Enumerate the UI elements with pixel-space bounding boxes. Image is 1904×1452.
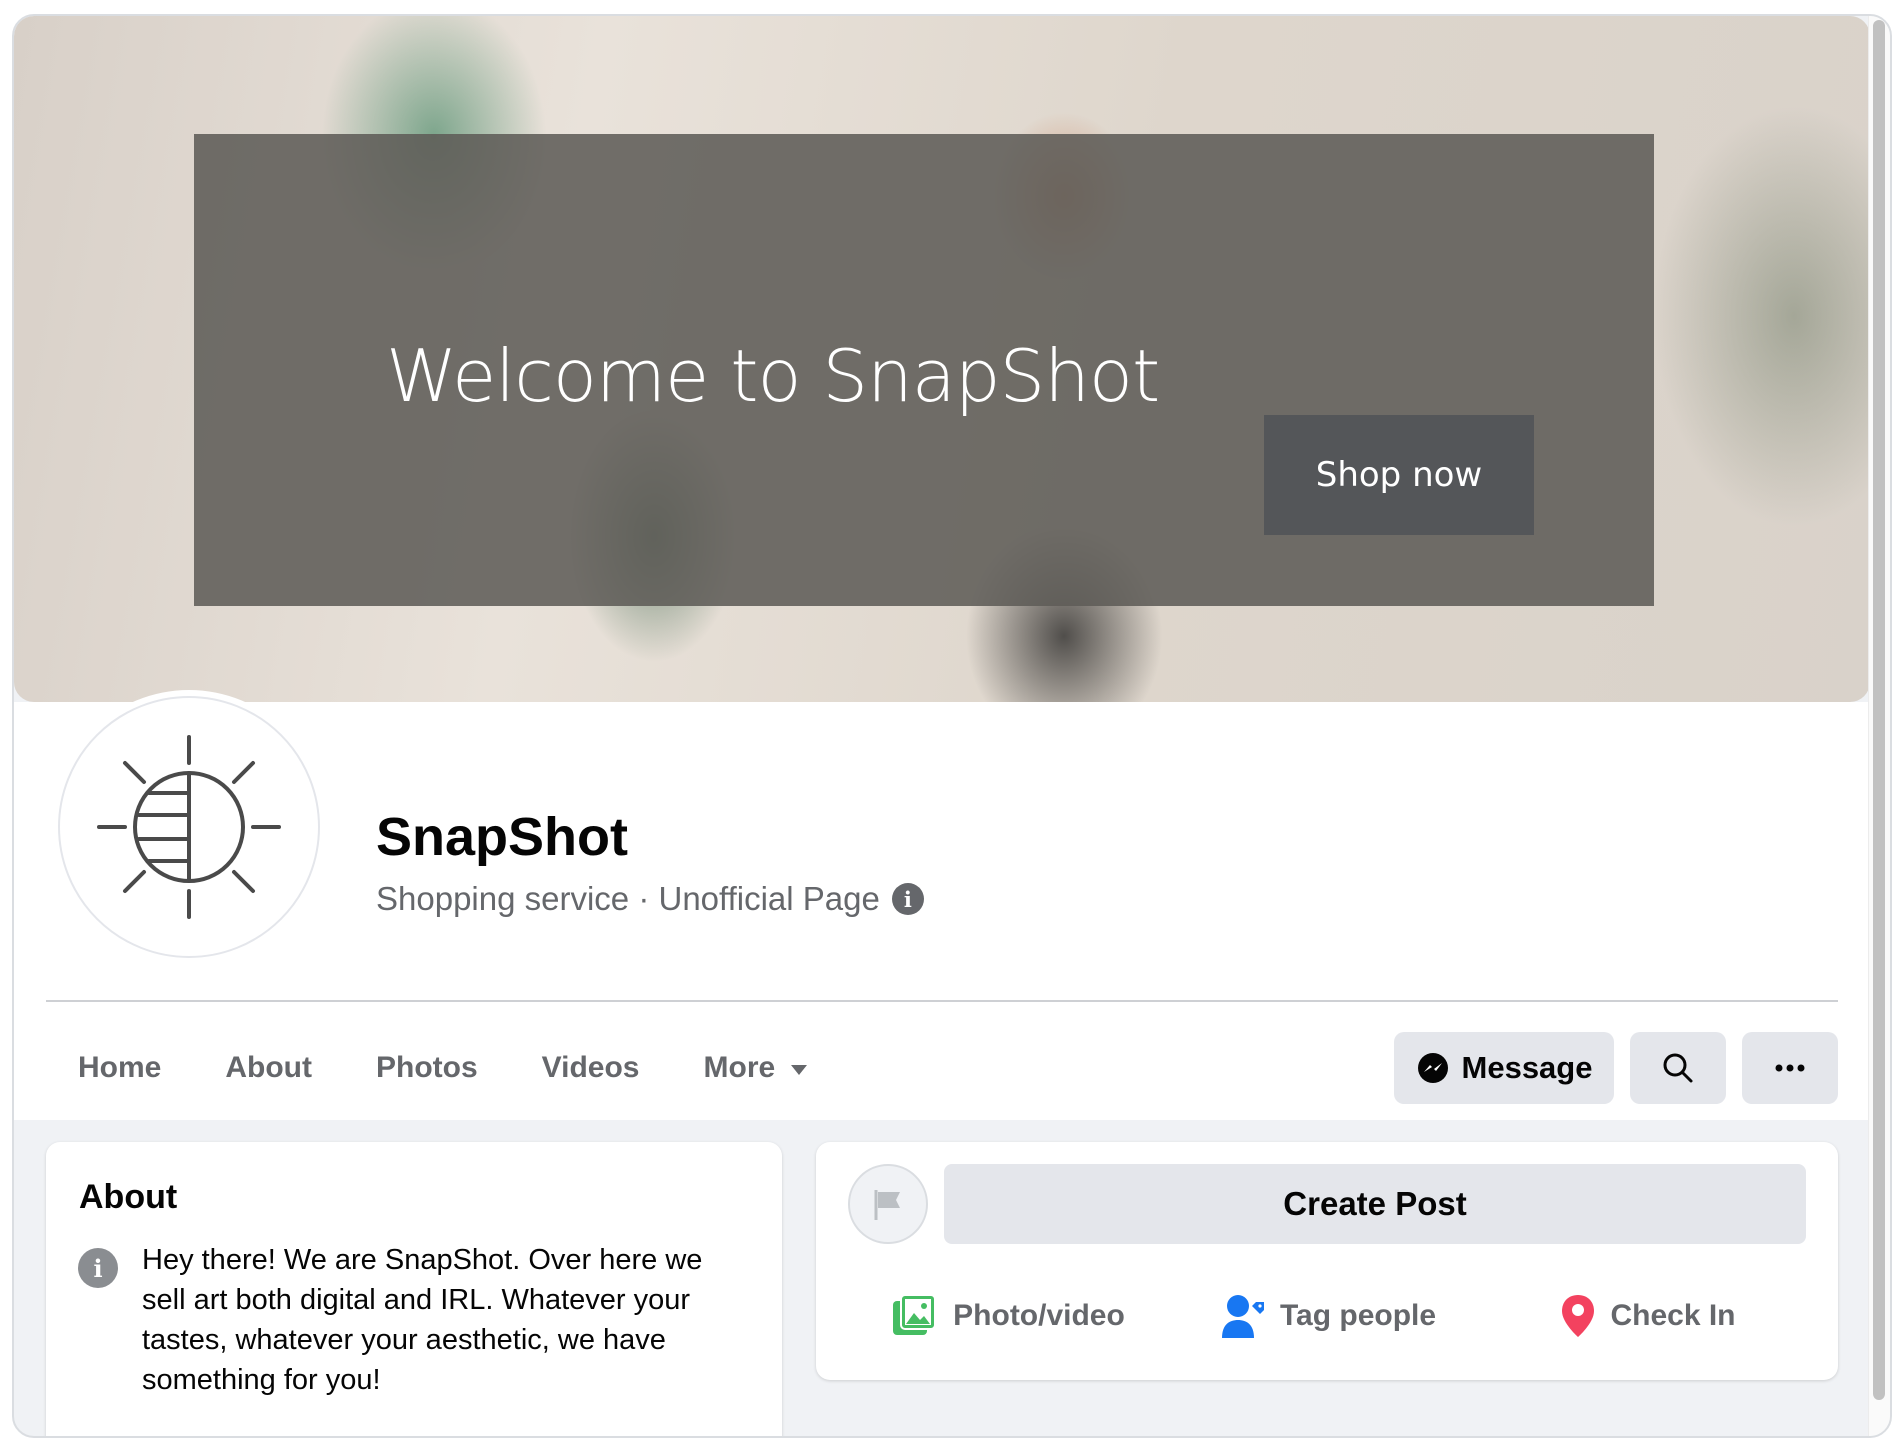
tab-photos-label: Photos — [376, 1051, 478, 1084]
messenger-icon — [1417, 1053, 1448, 1083]
avatar-frame — [58, 696, 320, 958]
page-tabs: Home About Photos Videos More — [46, 1022, 839, 1114]
flag-icon — [874, 1190, 900, 1220]
page-category: Shopping service · Unofficial Page i — [376, 880, 924, 918]
about-card: About i Hey there! We are SnapShot. Over… — [46, 1142, 782, 1436]
about-title: About — [79, 1178, 178, 1216]
check-in-label: Check In — [1610, 1299, 1736, 1332]
scrollbar[interactable] — [1868, 16, 1890, 1436]
create-post-card: Create Post Photo/video Tag people Check… — [816, 1142, 1838, 1380]
photo-icon — [893, 1294, 937, 1335]
scrollbar-thumb[interactable] — [1873, 20, 1885, 1400]
composer-actions: Photo/video Tag people Check In — [848, 1276, 1808, 1356]
search-icon — [1663, 1053, 1693, 1083]
tab-more-label: More — [703, 1051, 776, 1084]
tag-people-button[interactable]: Tag people — [1168, 1276, 1488, 1356]
cover-photo: Welcome to SnapShot Shop now — [14, 16, 1870, 702]
tag-people-label: Tag people — [1279, 1299, 1437, 1332]
more-options-button[interactable] — [1742, 1032, 1838, 1104]
about-description: Hey there! We are SnapShot. Over here we… — [142, 1244, 703, 1396]
profile-avatar[interactable] — [52, 690, 326, 964]
tab-videos-label: Videos — [541, 1051, 640, 1084]
page-title: SnapShot — [376, 807, 628, 867]
page-category-text: Shopping service · Unofficial Page — [376, 880, 880, 917]
search-button[interactable] — [1630, 1032, 1726, 1104]
page-header: SnapShot Shopping service · Unofficial P… — [14, 690, 1870, 1120]
create-post-button[interactable]: Create Post — [944, 1164, 1806, 1244]
banner-title: Welcome to SnapShot — [386, 334, 1160, 418]
tag-people-icon — [1221, 1295, 1264, 1338]
shop-now-button[interactable]: Shop now — [1264, 415, 1534, 535]
location-pin-icon — [1562, 1295, 1595, 1337]
browser-frame: Welcome to SnapShot Shop now SnapShot Sh… — [12, 14, 1892, 1438]
cover-banner: Welcome to SnapShot Shop now — [194, 134, 1654, 606]
caret-down-icon — [791, 1065, 808, 1075]
tab-about[interactable]: About — [193, 1032, 344, 1104]
tab-home[interactable]: Home — [46, 1032, 193, 1104]
check-in-button[interactable]: Check In — [1488, 1276, 1808, 1356]
photo-video-button[interactable]: Photo/video — [848, 1276, 1168, 1356]
tab-more[interactable]: More — [672, 1032, 840, 1104]
page-actions: Message — [1394, 1032, 1838, 1104]
header-divider — [46, 1000, 1838, 1002]
tab-photos[interactable]: Photos — [344, 1032, 510, 1104]
tab-videos[interactable]: Videos — [510, 1032, 672, 1104]
page-avatar-small[interactable] — [848, 1164, 928, 1244]
message-button-label: Message — [1461, 1050, 1593, 1085]
sun-logo-icon — [97, 735, 281, 919]
message-button[interactable]: Message — [1394, 1032, 1614, 1104]
photo-video-label: Photo/video — [953, 1299, 1125, 1332]
ellipsis-icon — [1775, 1064, 1805, 1072]
info-icon: i — [78, 1248, 118, 1288]
tab-home-label: Home — [78, 1051, 162, 1084]
info-icon[interactable]: i — [891, 883, 924, 915]
tab-about-label: About — [225, 1051, 312, 1084]
